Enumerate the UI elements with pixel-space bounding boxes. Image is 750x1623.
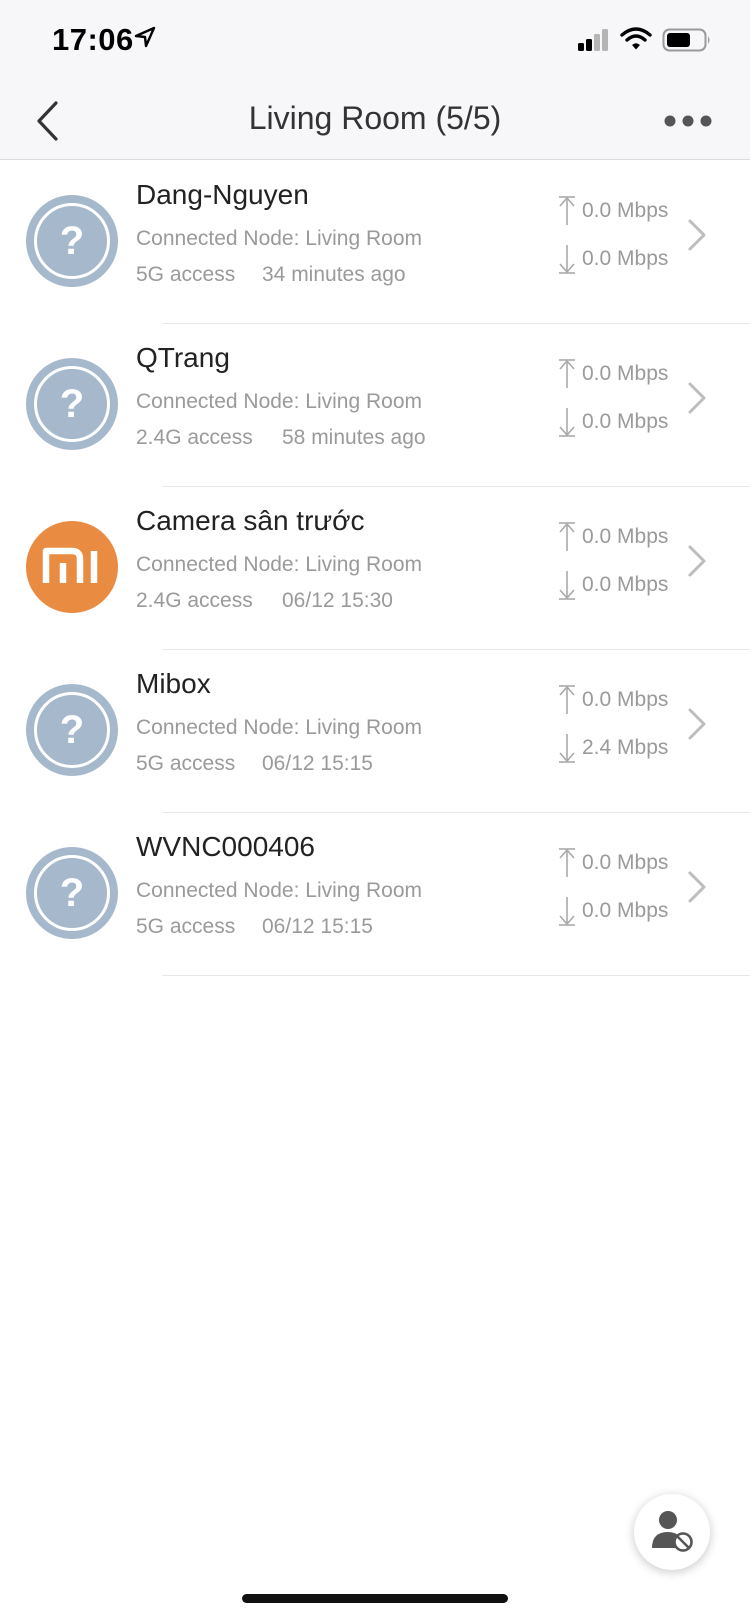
upload-arrow-icon — [559, 359, 575, 388]
download-speed: 0.0 Mbps — [582, 410, 669, 433]
wifi-icon — [620, 27, 652, 50]
access-band: 2.4G access — [136, 426, 253, 449]
download-arrow-icon — [559, 897, 575, 926]
chevron-right-icon — [688, 708, 706, 740]
download-speed: 0.0 Mbps — [582, 247, 669, 270]
more-dots-icon[interactable] — [662, 106, 714, 136]
last-seen: 06/12 15:15 — [262, 915, 373, 938]
device-row[interactable]: Camera sân trước Connected Node: Living … — [0, 487, 750, 650]
device-name: Camera sân trước — [136, 505, 365, 536]
location-arrow-icon — [134, 26, 156, 48]
access-band: 5G access — [136, 752, 236, 775]
device-row[interactable]: ? Mibox Connected Node: Living Room 5G a… — [0, 650, 750, 813]
unknown-device-icon: ? — [26, 684, 118, 776]
device-row[interactable]: ? Dang-Nguyen Connected Node: Living Roo… — [0, 161, 750, 324]
upload-arrow-icon — [559, 522, 575, 551]
chevron-right-icon — [688, 545, 706, 577]
upload-arrow-icon — [559, 848, 575, 877]
download-arrow-icon — [559, 408, 575, 437]
download-speed: 2.4 Mbps — [582, 736, 669, 759]
row-divider — [162, 975, 750, 976]
last-seen: 06/12 15:15 — [262, 752, 373, 775]
upload-speed: 0.0 Mbps — [582, 199, 669, 222]
download-arrow-icon — [559, 245, 575, 274]
device-row[interactable]: ? WVNC000406 Connected Node: Living Room… — [0, 813, 750, 976]
upload-arrow-icon — [559, 196, 575, 225]
device-name: WVNC000406 — [136, 831, 315, 862]
last-seen: 58 minutes ago — [282, 426, 426, 449]
device-list: ? Dang-Nguyen Connected Node: Living Roo… — [0, 161, 750, 976]
page-title: Living Room (5/5) — [248, 100, 502, 136]
chevron-right-icon — [688, 871, 706, 903]
battery-icon — [662, 28, 710, 52]
home-indicator[interactable] — [242, 1594, 508, 1603]
download-arrow-icon — [559, 734, 575, 763]
unknown-device-icon: ? — [26, 195, 118, 287]
upload-speed: 0.0 Mbps — [582, 688, 669, 711]
unknown-device-icon: ? — [26, 847, 118, 939]
cellular-signal-icon — [578, 29, 608, 51]
device-name: Mibox — [136, 668, 211, 699]
download-speed: 0.0 Mbps — [582, 573, 669, 596]
connected-node: Connected Node: Living Room — [136, 227, 423, 250]
last-seen: 34 minutes ago — [262, 263, 406, 286]
chevron-right-icon — [688, 219, 706, 251]
upload-speed: 0.0 Mbps — [582, 362, 669, 385]
device-name: QTrang — [136, 342, 230, 373]
unknown-device-icon: ? — [26, 358, 118, 450]
status-time: 17:06 — [52, 22, 134, 57]
upload-speed: 0.0 Mbps — [582, 851, 669, 874]
access-band: 5G access — [136, 263, 236, 286]
connected-node: Connected Node: Living Room — [136, 553, 423, 576]
nav-bar: Living Room (5/5) — [0, 80, 750, 160]
status-bar: 17:06 — [0, 0, 750, 80]
blocked-devices-button[interactable] — [634, 1494, 710, 1570]
upload-speed: 0.0 Mbps — [582, 525, 669, 548]
download-arrow-icon — [559, 571, 575, 600]
mi-logo-icon — [26, 521, 118, 613]
device-name: Dang-Nguyen — [136, 179, 309, 210]
chevron-right-icon — [688, 382, 706, 414]
access-band: 5G access — [136, 915, 236, 938]
last-seen: 06/12 15:30 — [282, 589, 393, 612]
connected-node: Connected Node: Living Room — [136, 716, 423, 739]
upload-arrow-icon — [559, 685, 575, 714]
access-band: 2.4G access — [136, 589, 253, 612]
blocked-user-icon — [652, 1511, 693, 1552]
connected-node: Connected Node: Living Room — [136, 390, 423, 413]
download-speed: 0.0 Mbps — [582, 899, 669, 922]
device-row[interactable]: ? QTrang Connected Node: Living Room 2.4… — [0, 324, 750, 487]
connected-node: Connected Node: Living Room — [136, 879, 423, 902]
